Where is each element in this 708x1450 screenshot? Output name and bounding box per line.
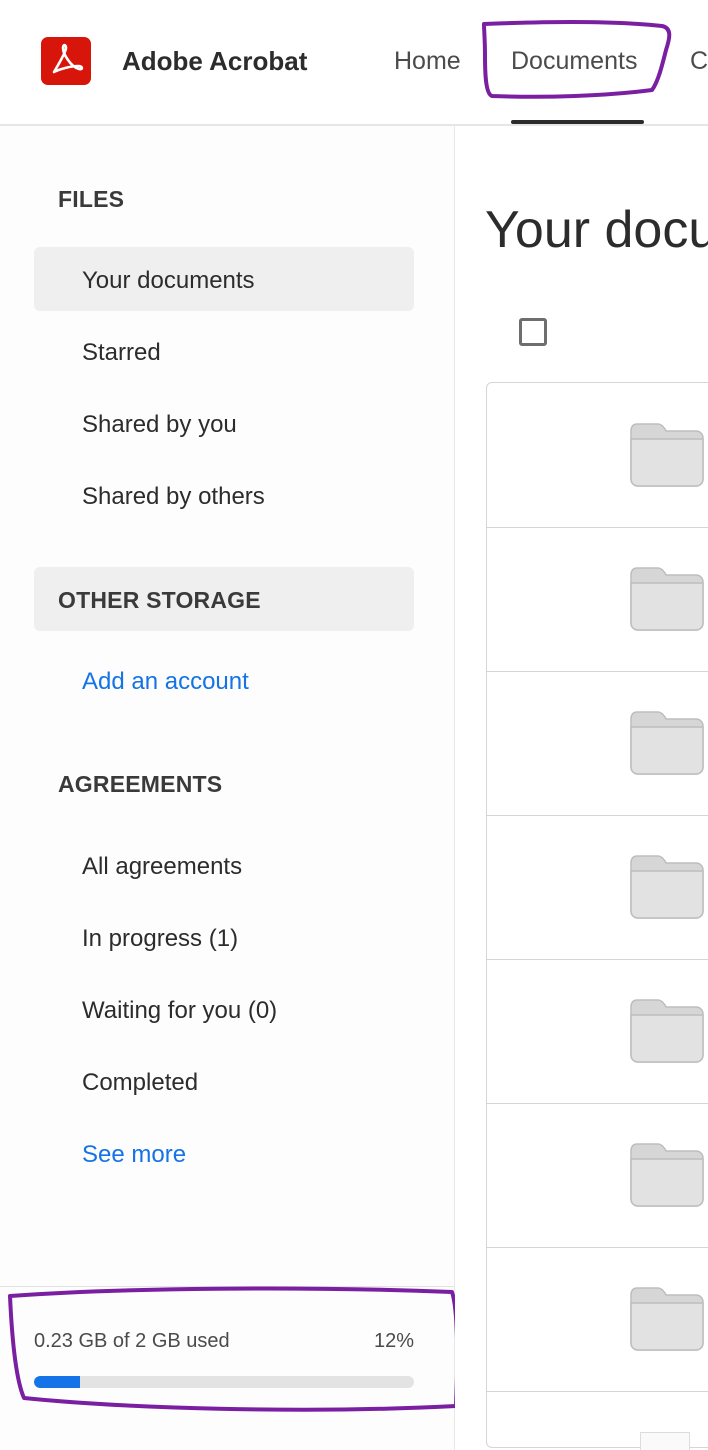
sidebar-item-shared-by-you[interactable]: Shared by you [82,411,237,439]
file-row[interactable] [487,383,708,528]
storage-progress-fill [34,1376,80,1388]
folder-icon [630,711,704,775]
files-heading: FILES [58,186,125,212]
file-row[interactable] [487,1247,708,1392]
add-account-link[interactable]: Add an account [82,668,249,696]
see-more-link[interactable]: See more [82,1141,186,1169]
folder-icon [630,855,704,919]
folder-icon [630,1143,704,1207]
sidebar-item-all-agreements[interactable]: All agreements [82,853,242,881]
sidebar-item-shared-by-others[interactable]: Shared by others [82,483,265,511]
file-row[interactable] [487,815,708,960]
select-all-checkbox[interactable] [519,318,547,346]
documents-main-panel: Your docu [455,126,708,1450]
folder-icon [630,1287,704,1351]
adobe-acrobat-logo-icon[interactable] [41,37,91,85]
sidebar-item-waiting-for-you[interactable]: Waiting for you (0) [82,997,277,1025]
page-title: Your docu [485,201,708,259]
file-row[interactable] [487,1103,708,1248]
storage-percent-text: 12% [373,1330,414,1352]
sidebar-item-starred[interactable]: Starred [82,339,161,367]
folder-icon [630,999,704,1063]
storage-progress-bar [34,1376,414,1388]
file-thumbnail-peek [640,1432,690,1450]
nav-documents[interactable]: Documents [511,47,637,76]
file-row[interactable] [487,959,708,1104]
app-title: Adobe Acrobat [122,46,308,76]
other-storage-heading[interactable]: OTHER STORAGE [58,587,261,614]
top-nav-bar: Adobe Acrobat Home Documents C [0,0,708,126]
nav-home[interactable]: Home [394,47,461,76]
file-row[interactable] [487,527,708,672]
nav-truncated-item[interactable]: C [690,47,708,76]
active-tab-indicator [511,120,644,124]
sidebar-item-your-documents[interactable]: Your documents [82,267,255,295]
document-list [486,382,708,1448]
sidebar-item-in-progress[interactable]: In progress (1) [82,925,238,953]
storage-used-text: 0.23 GB of 2 GB used [34,1330,230,1352]
folder-icon [630,423,704,487]
agreements-heading: AGREEMENTS [58,771,223,797]
file-row[interactable] [487,671,708,816]
sidebar-item-completed[interactable]: Completed [82,1069,198,1097]
left-sidebar: FILES Your documents Starred Shared by y… [0,126,455,1450]
folder-icon [630,567,704,631]
storage-divider [0,1286,454,1287]
